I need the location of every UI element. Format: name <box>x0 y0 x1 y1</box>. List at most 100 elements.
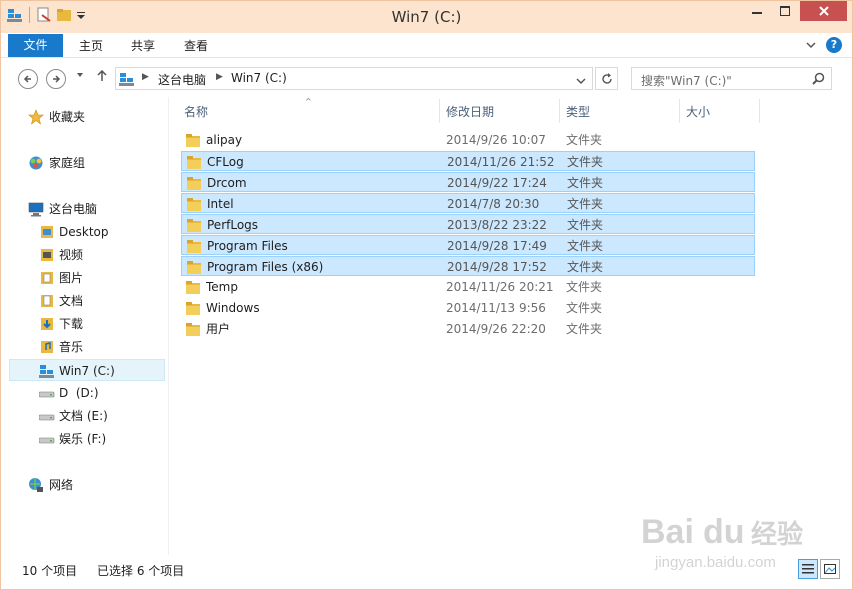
customize-dropdown-icon[interactable] <box>76 7 86 23</box>
minimize-button[interactable] <box>744 1 770 21</box>
computer-icon <box>119 71 135 90</box>
music-folder-icon <box>39 339 55 355</box>
file-name: alipay <box>206 133 243 147</box>
column-divider[interactable] <box>759 99 760 123</box>
nav-item-desktop[interactable]: Desktop <box>39 221 159 243</box>
help-icon[interactable]: ? <box>826 37 842 53</box>
nav-favorites[interactable]: 收藏夹 <box>28 106 158 128</box>
homegroup-icon <box>28 155 44 171</box>
nav-item-drive-e[interactable]: 文档 (E:) <box>38 405 159 427</box>
nav-item-label: 音乐 <box>59 340 84 354</box>
documents-folder-icon <box>39 293 55 309</box>
nav-item-music[interactable]: 音乐 <box>39 336 159 358</box>
file-date: 2014/11/26 20:21 <box>446 280 554 294</box>
details-view-icon <box>802 564 814 574</box>
file-row-intel[interactable]: Intel 2014/7/8 20:30 文件夹 <box>181 193 755 213</box>
search-icon[interactable] <box>812 72 825 88</box>
breadcrumb-separator-icon[interactable]: ▶ <box>216 72 223 82</box>
file-type: 文件夹 <box>567 260 604 274</box>
nav-item-drive-d[interactable]: D (D:) <box>38 382 159 404</box>
new-folder-icon[interactable] <box>56 7 72 23</box>
file-row-alipay[interactable]: alipay 2014/9/26 10:07 文件夹 <box>181 130 755 150</box>
tab-file[interactable]: 文件 <box>8 34 63 57</box>
file-name: Drcom <box>207 176 247 190</box>
star-icon <box>28 109 44 125</box>
close-icon <box>818 6 829 16</box>
nav-homegroup-label: 家庭组 <box>49 156 86 170</box>
quick-access-toolbar <box>7 7 86 23</box>
breadcrumb-separator-icon[interactable]: ▶ <box>142 72 149 82</box>
file-date: 2014/9/26 10:07 <box>446 133 546 147</box>
folder-icon <box>187 239 202 253</box>
file-name: CFLog <box>207 155 244 169</box>
file-row-program-files-x86[interactable]: Program Files (x86) 2014/9/28 17:52 文件夹 <box>181 256 755 276</box>
file-row-program-files[interactable]: Program Files 2014/9/28 17:49 文件夹 <box>181 235 755 255</box>
nav-this-pc[interactable]: 这台电脑 <box>28 198 158 220</box>
file-type: 文件夹 <box>567 176 604 190</box>
back-button[interactable] <box>18 69 38 89</box>
expand-ribbon-icon[interactable] <box>806 38 816 52</box>
column-header-size[interactable]: 大小 <box>686 101 710 123</box>
ribbon-controls: ? <box>806 37 842 53</box>
navigation-pane: 收藏夹 家庭组 这台电脑 Desktop 视频 图片 文档 下载 音乐 Win7… <box>1 97 169 557</box>
tab-home[interactable]: 主页 <box>71 35 111 57</box>
nav-item-downloads[interactable]: 下载 <box>39 313 159 335</box>
hard-drive-icon <box>38 408 55 424</box>
column-divider[interactable] <box>439 99 440 123</box>
file-row-perflogs[interactable]: PerfLogs 2013/8/22 23:22 文件夹 <box>181 214 755 234</box>
folder-icon <box>187 176 202 190</box>
folder-icon <box>187 260 202 274</box>
close-button[interactable] <box>800 1 847 21</box>
forward-arrow-icon <box>53 75 61 83</box>
file-row-temp[interactable]: Temp 2014/11/26 20:21 文件夹 <box>181 277 755 297</box>
file-row-drcom[interactable]: Drcom 2014/9/22 17:24 文件夹 <box>181 172 755 192</box>
file-row-windows[interactable]: Windows 2014/11/13 9:56 文件夹 <box>181 298 755 318</box>
recent-locations-button[interactable] <box>76 71 84 82</box>
item-count: 10 个项目 <box>22 564 78 578</box>
back-arrow-icon <box>23 75 31 83</box>
drive-icon[interactable] <box>7 7 23 23</box>
nav-item-label: D (D:) <box>59 386 99 400</box>
details-view-button[interactable] <box>798 559 818 579</box>
file-row-cflog[interactable]: CFLog 2014/11/26 21:52 文件夹 <box>181 151 755 171</box>
refresh-button[interactable] <box>595 67 618 90</box>
nav-item-pictures[interactable]: 图片 <box>39 267 159 289</box>
column-divider[interactable] <box>679 99 680 123</box>
nav-item-drive-f[interactable]: 娱乐 (F:) <box>38 428 159 450</box>
properties-icon[interactable] <box>36 7 52 23</box>
hard-drive-icon <box>38 431 55 447</box>
search-placeholder: 搜索"Win7 (C:)" <box>641 74 732 88</box>
folder-icon <box>186 301 201 315</box>
file-date: 2014/11/13 9:56 <box>446 301 546 315</box>
computer-icon <box>28 201 44 217</box>
maximize-button[interactable] <box>772 1 798 21</box>
column-header-name[interactable]: 名称 <box>184 101 208 123</box>
search-input[interactable]: 搜索"Win7 (C:)" <box>631 67 832 90</box>
breadcrumb-drive[interactable]: Win7 (C:) <box>231 71 287 85</box>
file-list: ^ 名称 修改日期 类型 大小 alipay 2014/9/26 10:07 文… <box>169 97 833 555</box>
file-row-users[interactable]: 用户 2014/9/26 22:20 文件夹 <box>181 319 755 339</box>
folder-icon <box>187 197 202 211</box>
large-icons-view-button[interactable] <box>820 559 840 579</box>
large-icons-view-icon <box>824 564 836 574</box>
nav-network[interactable]: 网络 <box>28 474 158 496</box>
up-button[interactable] <box>97 69 107 85</box>
nav-homegroup[interactable]: 家庭组 <box>28 152 158 174</box>
nav-item-label: 下载 <box>59 317 84 331</box>
nav-item-videos[interactable]: 视频 <box>39 244 159 266</box>
explorer-window: Win7 (C:) 文件 主页 共享 查看 ? ▶ 这台电脑 ▶ Win7 (C… <box>0 0 853 590</box>
breadcrumb-this-pc[interactable]: 这台电脑 <box>158 71 206 88</box>
column-header-date[interactable]: 修改日期 <box>446 101 494 123</box>
column-header-type[interactable]: 类型 <box>566 101 590 123</box>
system-drive-icon <box>39 363 55 379</box>
desktop-folder-icon <box>39 224 55 240</box>
address-bar[interactable]: ▶ 这台电脑 ▶ Win7 (C:) <box>115 67 593 90</box>
tab-view[interactable]: 查看 <box>176 35 216 57</box>
column-divider[interactable] <box>559 99 560 123</box>
forward-button[interactable] <box>46 69 66 89</box>
address-dropdown-icon[interactable] <box>576 74 586 88</box>
tab-share[interactable]: 共享 <box>123 35 163 57</box>
nav-item-drive-c[interactable]: Win7 (C:) <box>9 359 165 381</box>
nav-favorites-label: 收藏夹 <box>49 110 86 124</box>
nav-item-documents[interactable]: 文档 <box>39 290 159 312</box>
